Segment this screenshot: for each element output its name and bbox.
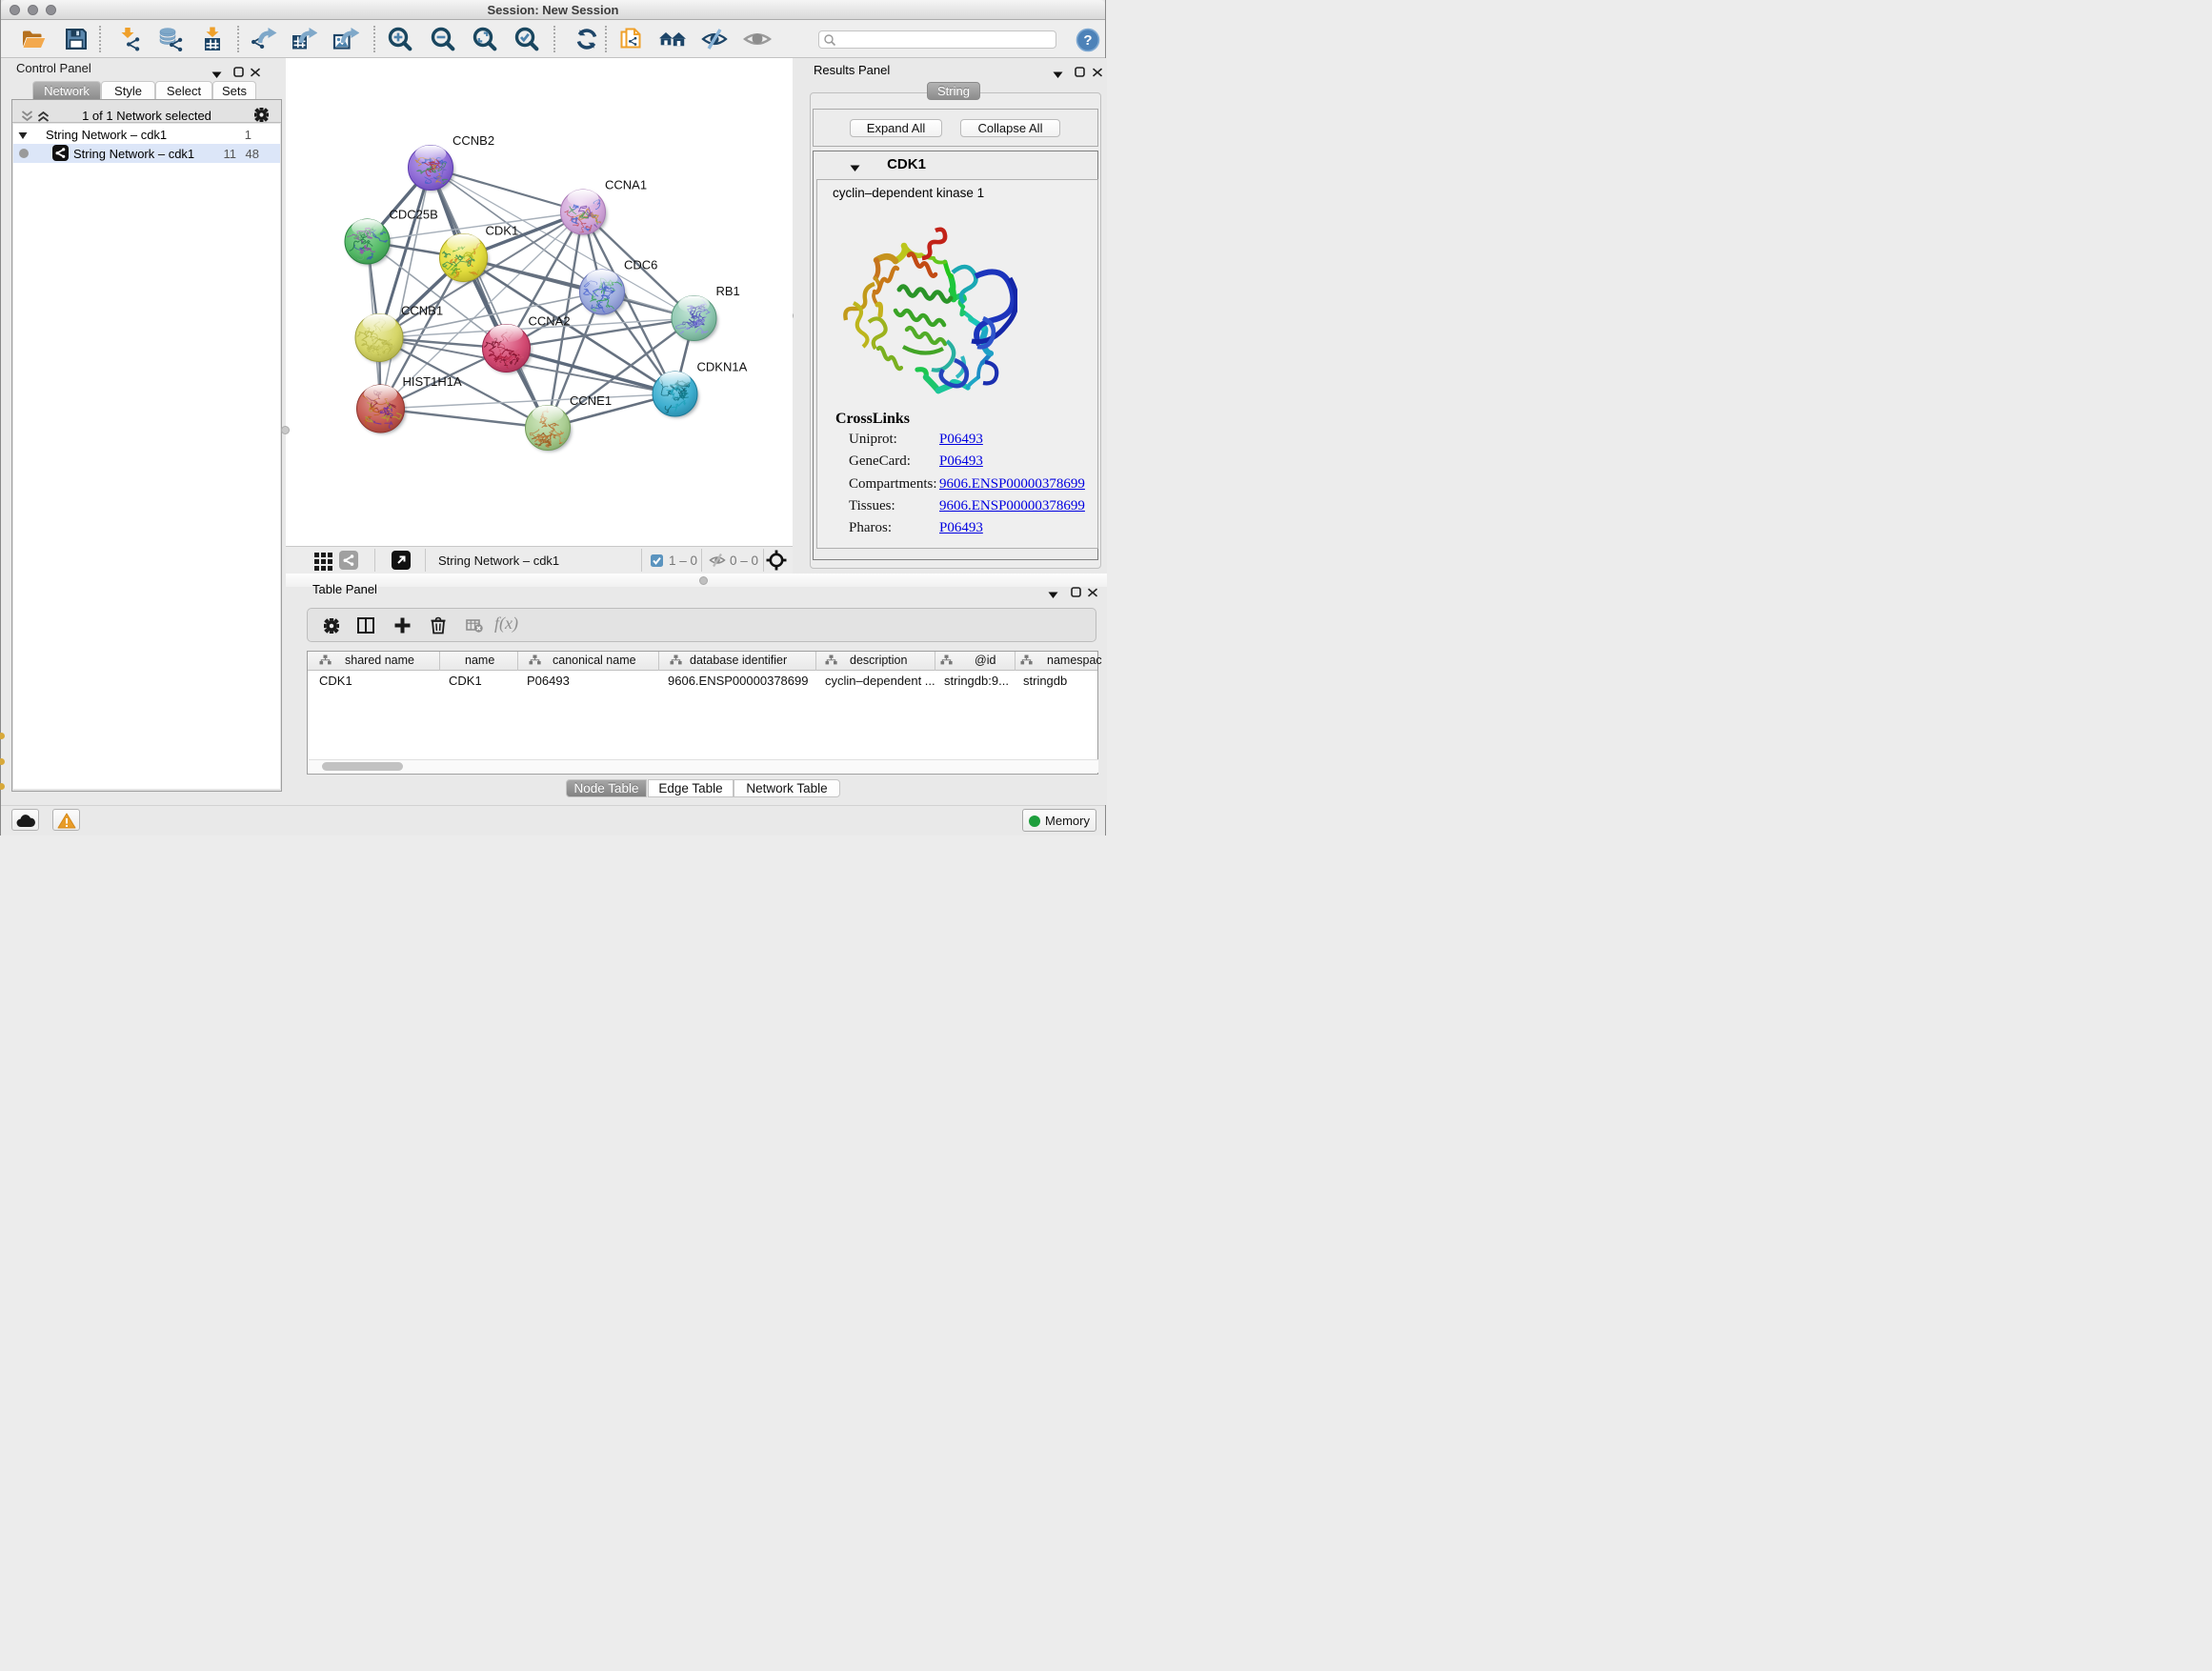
svg-text:CCNB1: CCNB1 [401,304,443,318]
svg-text:CDC25B: CDC25B [390,208,438,222]
svg-text:CCNB2: CCNB2 [452,133,494,148]
svg-text:RB1: RB1 [716,284,740,298]
svg-text:CCNA1: CCNA1 [605,178,647,192]
svg-text:HIST1H1A: HIST1H1A [403,374,462,389]
svg-text:CDKN1A: CDKN1A [697,360,748,374]
svg-text:CDK1: CDK1 [486,224,519,238]
svg-text:CCNA2: CCNA2 [529,314,571,329]
svg-text:CDC6: CDC6 [624,258,657,272]
svg-text:CCNE1: CCNE1 [570,393,612,408]
svg-text:?: ? [1083,32,1092,49]
